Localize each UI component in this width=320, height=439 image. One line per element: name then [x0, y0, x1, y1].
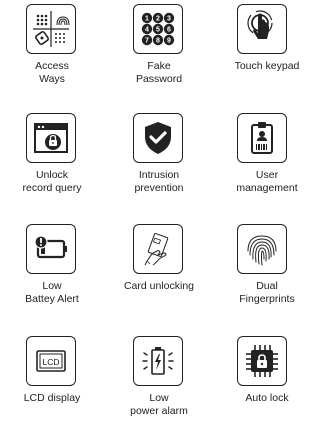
feature-grid: Access Ways 1 2 3 4 5 6 7 8 9 Fake Passw… — [0, 0, 311, 428]
feature-access-ways: Access Ways — [0, 0, 104, 107]
keypad-digit: 2 — [156, 16, 160, 23]
chip-lock-icon — [237, 336, 287, 386]
keypad-digit: 6 — [167, 27, 171, 34]
keypad-digit: 3 — [167, 16, 171, 23]
keypad-digit: 5 — [156, 27, 160, 34]
feature-label: Low power alarm — [130, 392, 188, 417]
record-lock-icon — [26, 113, 76, 163]
shield-check-icon — [133, 113, 183, 163]
feature-touch-keypad: Touch keypad — [211, 0, 315, 107]
feature-unlock-record-query: Unlock record query — [0, 109, 104, 216]
feature-label: Auto lock — [245, 392, 289, 404]
id-badge-icon — [237, 113, 287, 163]
feature-label: Fake Password — [135, 60, 183, 85]
access-ways-icon — [26, 4, 76, 54]
feature-lcd-display: LCD LCD display — [0, 332, 104, 439]
feature-intrusion-prevention: Intrusion prevention — [107, 109, 211, 216]
lcd-icon: LCD — [26, 336, 76, 386]
feature-label: Unlock record query — [22, 169, 82, 194]
card-hand-icon — [133, 224, 183, 274]
keypad-digit: 7 — [145, 38, 149, 45]
feature-label: Access Ways — [35, 60, 69, 85]
battery-alarm-icon — [133, 336, 183, 386]
touch-finger-icon — [237, 4, 287, 54]
feature-dual-fingerprints: Dual Fingerprints — [211, 220, 315, 327]
fingerprint-icon — [237, 224, 287, 274]
feature-label: Intrusion prevention — [134, 169, 184, 194]
feature-card-unlocking: Card unlocking — [107, 220, 211, 327]
feature-label: Low Battey Alert — [25, 280, 79, 305]
feature-fake-password: 1 2 3 4 5 6 7 8 9 Fake Password — [107, 0, 211, 107]
low-battery-icon — [26, 224, 76, 274]
feature-label: Dual Fingerprints — [239, 280, 295, 305]
feature-label: User management — [236, 169, 298, 194]
feature-label: Touch keypad — [234, 60, 300, 72]
feature-label: Card unlocking — [123, 280, 195, 292]
feature-low-battery-alert: Low Battey Alert — [0, 220, 104, 327]
keypad-digit: 9 — [167, 38, 171, 45]
keypad-digit: 1 — [145, 16, 149, 23]
feature-auto-lock: Auto lock — [211, 332, 315, 439]
keypad-digit: 8 — [156, 38, 160, 45]
feature-user-management: User management — [211, 109, 315, 216]
feature-label: LCD display — [23, 392, 81, 404]
keypad-digit: 4 — [145, 27, 149, 34]
feature-low-power-alarm: Low power alarm — [107, 332, 211, 439]
lcd-text: LCD — [42, 357, 59, 367]
keypad-digits-icon: 1 2 3 4 5 6 7 8 9 — [133, 4, 183, 54]
